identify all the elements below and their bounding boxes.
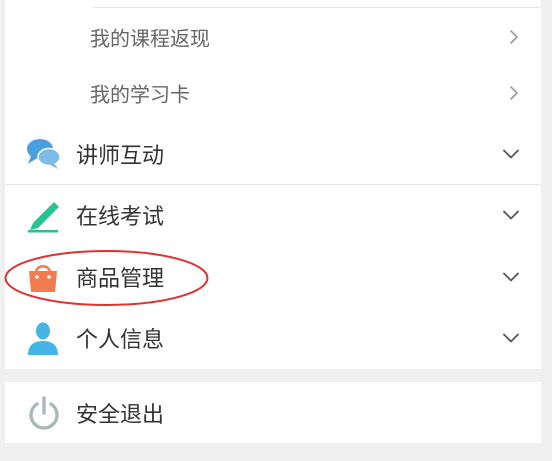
menu-item-study-card[interactable]: 我的学习卡 (5, 65, 541, 121)
power-icon (29, 395, 59, 430)
account-menu: 我的课程返现 我的学习卡 讲师互动 在线考试 商品管理 个人信息 (5, 0, 541, 369)
logout-button[interactable]: 安全退出 (5, 382, 541, 443)
chat-bubbles-icon (27, 139, 61, 169)
chevron-down-icon (503, 210, 519, 220)
divider (93, 7, 541, 8)
page: 我的课程返现 我的学习卡 讲师互动 在线考试 商品管理 个人信息 安全退出 (0, 0, 552, 461)
menu-item-label: 在线考试 (76, 205, 165, 230)
chevron-down-icon (503, 149, 519, 159)
menu-item-label: 个人信息 (76, 328, 165, 353)
menu-item-label: 讲师互动 (76, 144, 165, 169)
pencil-icon (28, 202, 59, 233)
menu-item-label: 我的学习卡 (90, 82, 190, 107)
chevron-down-icon (503, 272, 519, 282)
menu-item-label: 商品管理 (76, 267, 165, 292)
chevron-down-icon (503, 333, 519, 343)
menu-item-product-management[interactable]: 商品管理 (5, 247, 541, 307)
logout-label: 安全退出 (76, 402, 165, 428)
menu-item-personal-info[interactable]: 个人信息 (5, 308, 541, 368)
person-icon (28, 322, 58, 355)
shopping-bag-icon (29, 264, 57, 292)
menu-item-instructor-interaction[interactable]: 讲师互动 (5, 124, 541, 184)
menu-item-online-exam[interactable]: 在线考试 (5, 185, 541, 245)
chevron-right-icon (510, 86, 518, 100)
chevron-right-icon (510, 30, 518, 44)
menu-item-course-cashback[interactable]: 我的课程返现 (5, 9, 541, 65)
menu-item-label: 我的课程返现 (90, 26, 210, 51)
